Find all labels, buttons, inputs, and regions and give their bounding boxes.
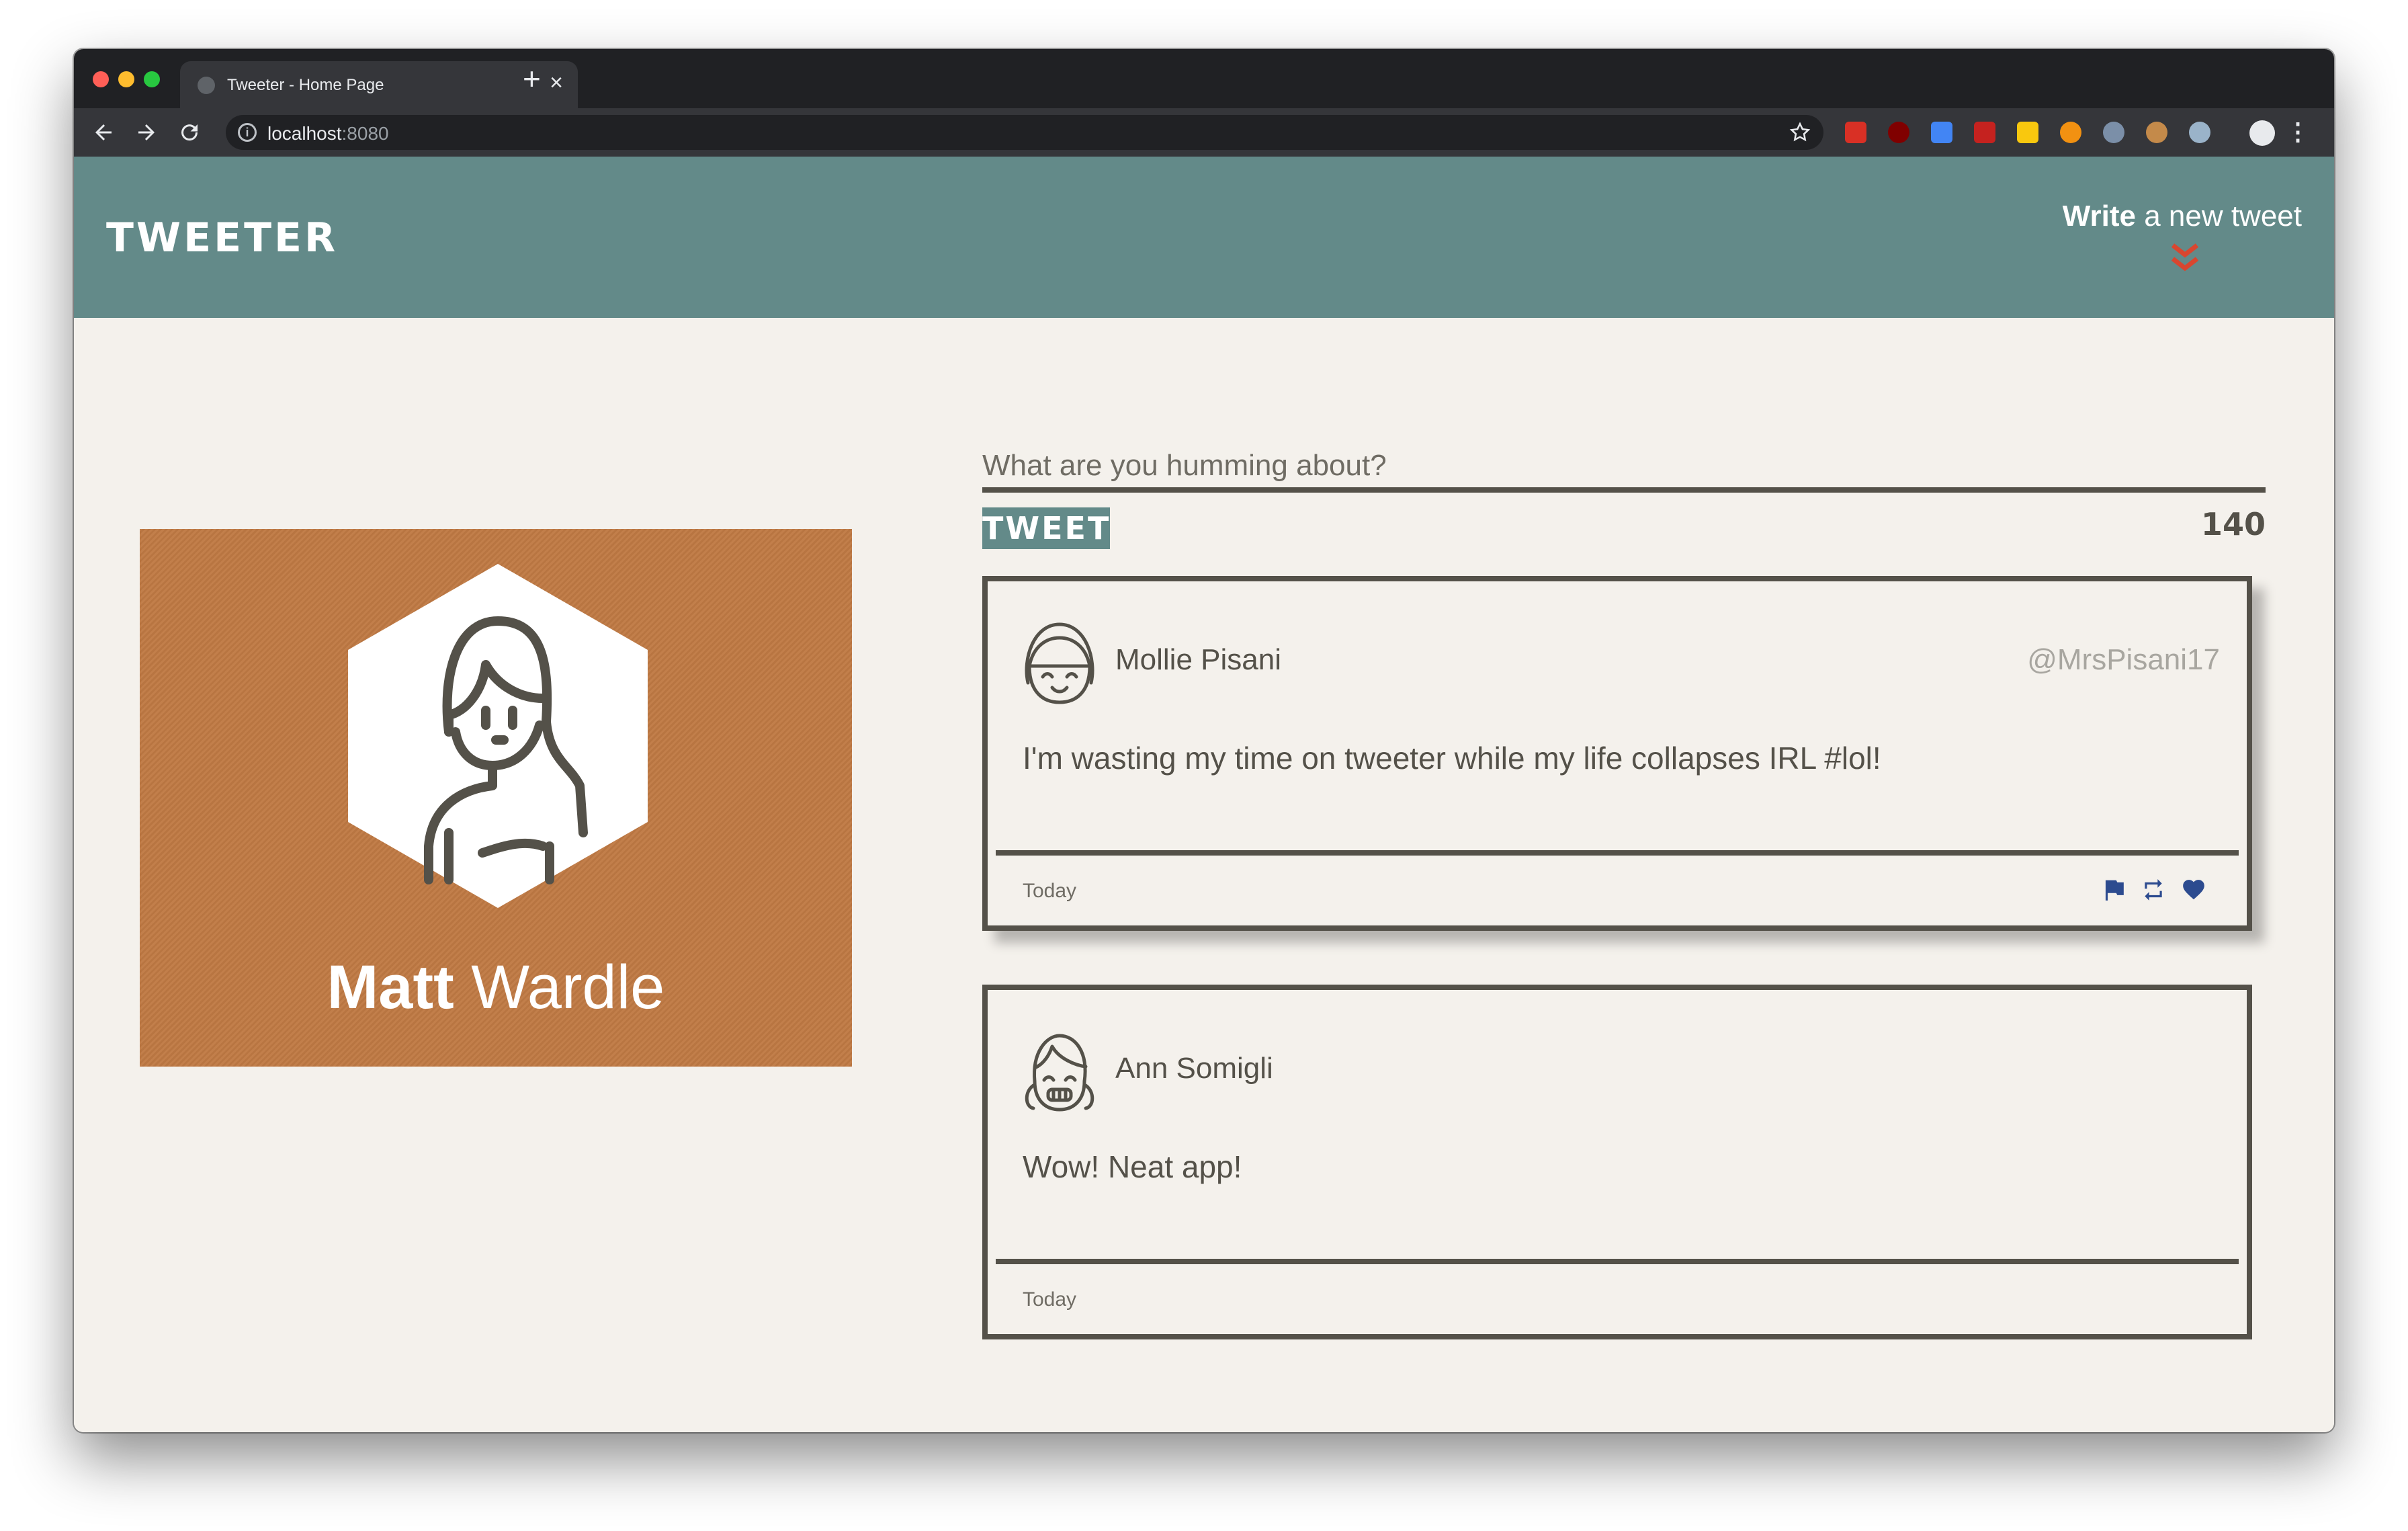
flag-icon[interactable] (2100, 877, 2126, 903)
ublock-extension-icon[interactable] (1888, 122, 1909, 143)
browser-toolbar: i localhost:8080 ⋮ (74, 108, 2334, 157)
tweet-card: Ann Somigli Wow! Neat app! Today (982, 985, 2252, 1339)
play-extension-icon[interactable] (2060, 122, 2081, 143)
profile-name: Matt Wardle (327, 953, 665, 1022)
double-chevron-down-icon[interactable] (2170, 243, 2200, 274)
tweet-input[interactable] (982, 425, 2266, 493)
notes-extension-icon[interactable] (2017, 122, 2038, 143)
tweet-author-name: Ann Somigli (1115, 1052, 1273, 1085)
address-bar[interactable]: i localhost:8080 (226, 115, 1823, 150)
top-navbar: TWEETER Write a new tweet (74, 157, 2334, 318)
more-menu-icon[interactable]: ⋮ (2286, 118, 2310, 146)
new-tab-button[interactable]: + (523, 58, 541, 99)
browser-tab[interactable]: Tweeter - Home Page × (180, 61, 578, 108)
tweet-date: Today (1023, 1288, 1077, 1311)
address-url: localhost:8080 (267, 123, 389, 144)
compose-toggle[interactable]: Write a new tweet (2063, 200, 2302, 233)
compose-toggle-bold: Write (2062, 200, 2136, 233)
tweet-actions (2100, 877, 2206, 903)
mascot-extension-icon[interactable] (2103, 122, 2124, 143)
profile-avatar-icon[interactable] (2249, 120, 2275, 146)
gmail-extension-icon[interactable] (1845, 122, 1866, 143)
forward-arrow-icon[interactable] (134, 120, 159, 144)
cookie-extension-icon[interactable] (2146, 122, 2167, 143)
page-content: TWEETER Write a new tweet Matt Wardle Wh… (74, 157, 2334, 1432)
brand-logo[interactable]: TWEETER (106, 214, 338, 261)
heart-icon[interactable] (2181, 877, 2206, 903)
reload-icon[interactable] (177, 120, 202, 144)
compose-toggle-text: a new tweet (2135, 200, 2302, 233)
user-avatar-icon (1025, 622, 1094, 704)
tweet-divider (996, 850, 2239, 856)
tab-title: Tweeter - Home Page (227, 76, 384, 94)
tweet-author-name: Mollie Pisani (1115, 643, 1281, 676)
tweet-divider (996, 1259, 2239, 1264)
profile-card: Matt Wardle (140, 529, 852, 1067)
char-counter: 140 (2200, 506, 2266, 542)
tweet-card: Mollie Pisani @MrsPisani17 I'm wasting m… (982, 576, 2252, 931)
tweet-submit-button[interactable]: TWEET (982, 507, 1110, 549)
tweet-author-handle[interactable]: @MrsPisani17 (2027, 643, 2220, 677)
user-avatar-icon (1025, 1034, 1094, 1112)
bookmark-star-icon[interactable] (1789, 121, 1811, 144)
globe-icon (198, 77, 215, 94)
bookmark-extension-icon[interactable] (1974, 122, 1995, 143)
tweet-composer: TWEET 140 (982, 425, 2266, 549)
tweet-text: Wow! Neat app! (1023, 1149, 1242, 1184)
tab-strip: Tweeter - Home Page × + (74, 49, 2334, 108)
close-window-button[interactable] (93, 71, 109, 87)
maximize-window-button[interactable] (144, 71, 160, 87)
minimize-window-button[interactable] (118, 71, 134, 87)
browser-window: Tweeter - Home Page × + i localhost:8080 (74, 49, 2334, 1432)
translate-extension-icon[interactable] (1931, 122, 1952, 143)
tweet-text: I'm wasting my time on tweeter while my … (1023, 741, 1881, 776)
info-icon[interactable]: i (238, 123, 257, 142)
globe-extension-icon[interactable] (2189, 122, 2210, 143)
tweet-date: Today (1023, 880, 1077, 902)
profile-avatar-icon (348, 564, 648, 908)
tab-close-icon[interactable]: × (550, 71, 563, 94)
retweet-icon[interactable] (2141, 877, 2166, 903)
back-arrow-icon[interactable] (91, 120, 116, 144)
